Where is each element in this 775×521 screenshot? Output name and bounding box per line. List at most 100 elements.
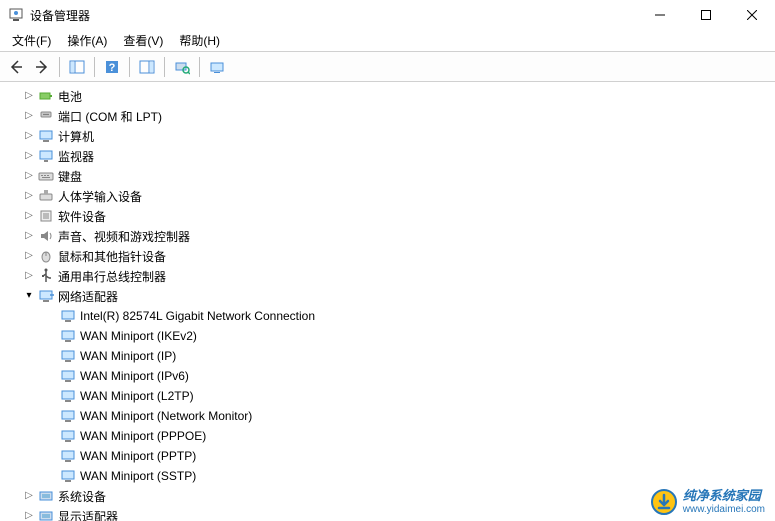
monitor-icon (38, 148, 54, 164)
watermark-logo-icon (651, 489, 677, 515)
chevron-right-icon[interactable]: ▷ (22, 89, 36, 103)
chevron-down-icon[interactable]: ▾ (22, 289, 36, 303)
tree-node-net-wan-pptp[interactable]: WAN Miniport (PPTP) (0, 446, 775, 466)
expander-empty (44, 309, 58, 323)
expander-empty (44, 369, 58, 383)
network-adapter-icon (60, 348, 76, 364)
system-device-icon (38, 488, 54, 504)
minimize-button[interactable] (637, 0, 683, 30)
expander-empty (44, 469, 58, 483)
tree-node-ports[interactable]: ▷ 端口 (COM 和 LPT) (0, 106, 775, 126)
show-hide-console-tree-button[interactable] (65, 55, 89, 79)
toolbar-separator (59, 57, 60, 77)
chevron-right-icon[interactable]: ▷ (22, 489, 36, 503)
watermark-title: 纯净系统家园 (683, 489, 765, 503)
display-adapter-icon (38, 508, 54, 521)
chevron-right-icon[interactable]: ▷ (22, 129, 36, 143)
chevron-right-icon[interactable]: ▷ (22, 109, 36, 123)
tree-node-monitors[interactable]: ▷ 监视器 (0, 146, 775, 166)
node-label: WAN Miniport (PPPOE) (80, 429, 206, 443)
close-button[interactable] (729, 0, 775, 30)
menu-help[interactable]: 帮助(H) (171, 30, 228, 51)
node-label: Intel(R) 82574L Gigabit Network Connecti… (80, 309, 315, 323)
chevron-right-icon[interactable]: ▷ (22, 209, 36, 223)
node-label: WAN Miniport (IP) (80, 349, 176, 363)
tree-node-net-wan-sstp[interactable]: WAN Miniport (SSTP) (0, 466, 775, 486)
chevron-right-icon[interactable]: ▷ (22, 229, 36, 243)
node-label: 键盘 (58, 168, 82, 185)
tree-node-net-intel[interactable]: Intel(R) 82574L Gigabit Network Connecti… (0, 306, 775, 326)
tree-node-net-wan-pppoe[interactable]: WAN Miniport (PPPOE) (0, 426, 775, 446)
node-label: WAN Miniport (PPTP) (80, 449, 196, 463)
network-adapter-icon (60, 328, 76, 344)
forward-button[interactable] (30, 55, 54, 79)
back-button[interactable] (4, 55, 28, 79)
network-adapter-icon (60, 428, 76, 444)
node-label: 电池 (58, 88, 82, 105)
network-adapter-icon (38, 288, 54, 304)
network-adapter-icon (60, 448, 76, 464)
menu-action[interactable]: 操作(A) (59, 30, 115, 51)
tree-node-battery[interactable]: ▷ 电池 (0, 86, 775, 106)
battery-icon (38, 88, 54, 104)
window-title: 设备管理器 (30, 7, 637, 24)
tree-node-network-adapters[interactable]: ▾ 网络适配器 (0, 286, 775, 306)
chevron-right-icon[interactable]: ▷ (22, 189, 36, 203)
chevron-right-icon[interactable]: ▷ (22, 269, 36, 283)
chevron-right-icon[interactable]: ▷ (22, 149, 36, 163)
node-label: 软件设备 (58, 208, 106, 225)
chevron-right-icon[interactable]: ▷ (22, 509, 36, 521)
toolbar-separator (94, 57, 95, 77)
tree-node-net-wan-ip[interactable]: WAN Miniport (IP) (0, 346, 775, 366)
node-label: 系统设备 (58, 488, 106, 505)
window-controls (637, 0, 775, 30)
chevron-right-icon[interactable]: ▷ (22, 169, 36, 183)
node-label: 计算机 (58, 128, 94, 145)
node-label: 通用串行总线控制器 (58, 268, 166, 285)
maximize-button[interactable] (683, 0, 729, 30)
tree-node-net-wan-ikev2[interactable]: WAN Miniport (IKEv2) (0, 326, 775, 346)
tree-node-software-devices[interactable]: ▷ 软件设备 (0, 206, 775, 226)
ports-icon (38, 108, 54, 124)
node-label: WAN Miniport (IPv6) (80, 369, 189, 383)
toolbar: ? (0, 52, 775, 82)
node-label: WAN Miniport (IKEv2) (80, 329, 197, 343)
node-label: 声音、视频和游戏控制器 (58, 228, 190, 245)
computer-icon (38, 128, 54, 144)
network-adapter-icon (60, 308, 76, 324)
help-button[interactable]: ? (100, 55, 124, 79)
tree-node-net-wan-ipv6[interactable]: WAN Miniport (IPv6) (0, 366, 775, 386)
tree-node-sound[interactable]: ▷ 声音、视频和游戏控制器 (0, 226, 775, 246)
expander-empty (44, 389, 58, 403)
network-adapter-icon (60, 468, 76, 484)
watermark-url: www.yidaimei.com (683, 504, 765, 515)
node-label: 人体学输入设备 (58, 188, 142, 205)
scan-hardware-button[interactable] (170, 55, 194, 79)
tree-node-mice[interactable]: ▷ 鼠标和其他指针设备 (0, 246, 775, 266)
menu-file[interactable]: 文件(F) (4, 30, 59, 51)
menu-view[interactable]: 查看(V) (115, 30, 171, 51)
node-label: WAN Miniport (Network Monitor) (80, 409, 252, 423)
chevron-right-icon[interactable]: ▷ (22, 249, 36, 263)
usb-icon (38, 268, 54, 284)
toolbar-separator (129, 57, 130, 77)
expander-empty (44, 409, 58, 423)
keyboard-icon (38, 168, 54, 184)
expander-empty (44, 449, 58, 463)
node-label: WAN Miniport (L2TP) (80, 389, 194, 403)
tree-node-keyboards[interactable]: ▷ 键盘 (0, 166, 775, 186)
action-pane-button[interactable] (135, 55, 159, 79)
tree-node-net-wan-netmon[interactable]: WAN Miniport (Network Monitor) (0, 406, 775, 426)
tree-node-hid[interactable]: ▷ 人体学输入设备 (0, 186, 775, 206)
hid-icon (38, 188, 54, 204)
tree-node-computer[interactable]: ▷ 计算机 (0, 126, 775, 146)
tree-node-net-wan-l2tp[interactable]: WAN Miniport (L2TP) (0, 386, 775, 406)
expander-empty (44, 429, 58, 443)
add-legacy-hardware-button[interactable] (205, 55, 229, 79)
device-tree[interactable]: ▷ 电池 ▷ 端口 (COM 和 LPT) ▷ 计算机 ▷ 监视器 ▷ 键盘 ▷ (0, 82, 775, 521)
titlebar: 设备管理器 (0, 0, 775, 30)
expander-empty (44, 349, 58, 363)
tree-node-usb[interactable]: ▷ 通用串行总线控制器 (0, 266, 775, 286)
svg-text:?: ? (109, 62, 116, 74)
toolbar-separator (164, 57, 165, 77)
